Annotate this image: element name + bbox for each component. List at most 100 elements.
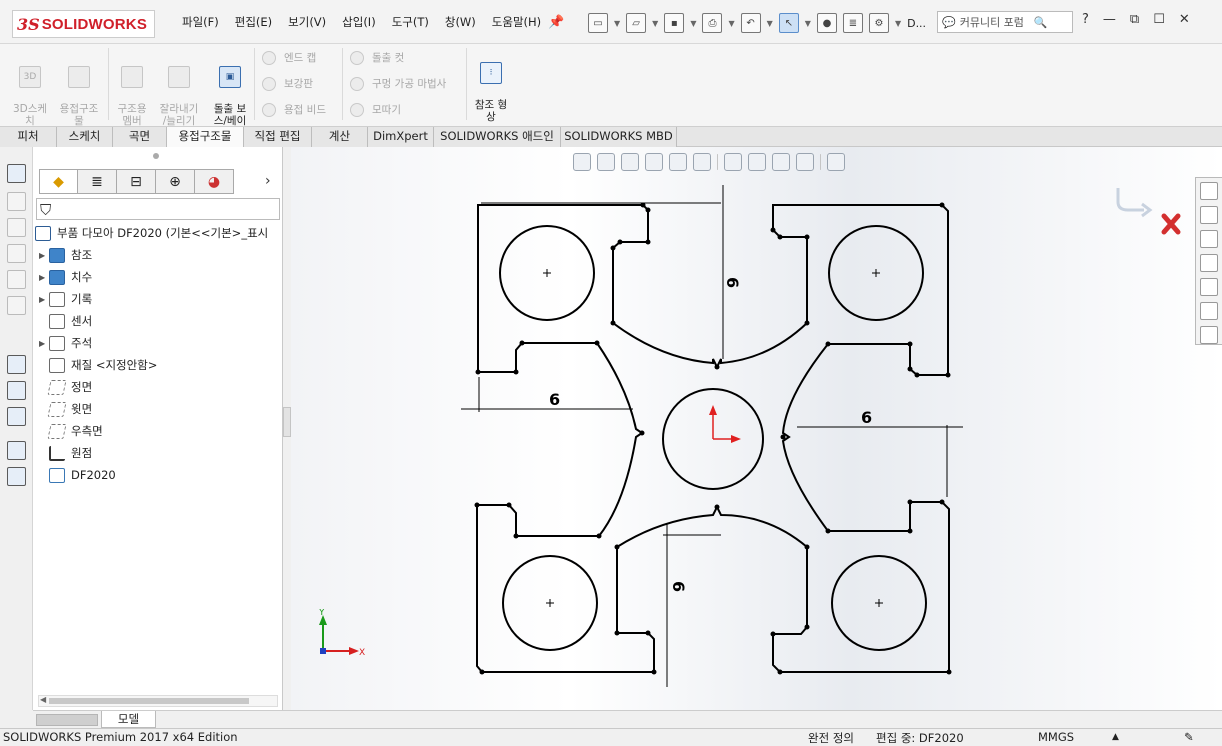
menu-tools[interactable]: 도구(T) bbox=[392, 14, 429, 30]
appearances-icon[interactable] bbox=[1200, 278, 1218, 296]
hole-wizard-button[interactable]: 구멍 가공 마법사 bbox=[350, 76, 446, 91]
expand-icon[interactable]: ▶ bbox=[39, 295, 49, 304]
tree-item-material[interactable]: 재질 <지정안함> bbox=[49, 355, 157, 375]
dropdown-icon[interactable]: ▼ bbox=[895, 19, 901, 28]
dropdown-icon[interactable]: ▼ bbox=[690, 19, 696, 28]
view-icon[interactable] bbox=[7, 192, 26, 211]
dropdown-icon[interactable]: ▼ bbox=[652, 19, 658, 28]
file-properties-icon[interactable]: ≣ bbox=[842, 13, 863, 33]
print-icon[interactable]: ⎙ bbox=[702, 13, 723, 33]
graphics-area[interactable]: ◫ ◨ — ⧉ ✕ bbox=[291, 147, 1222, 710]
end-cap-button[interactable]: 엔드 캡 bbox=[262, 50, 316, 65]
tree-item-sketch-df2020[interactable]: DF2020 bbox=[49, 465, 116, 485]
open-icon[interactable]: ▱ bbox=[626, 13, 647, 33]
forum-search-input[interactable]: 커뮤니티 포럼 bbox=[960, 14, 1024, 30]
menu-file[interactable]: 파일(F) bbox=[182, 14, 219, 30]
paste-icon[interactable] bbox=[7, 467, 26, 486]
tab-solidworks-addins[interactable]: SOLIDWORKS 애드인 bbox=[434, 127, 561, 147]
tree-item-origin[interactable]: 원점 bbox=[49, 443, 92, 463]
menu-edit[interactable]: 편집(E) bbox=[235, 14, 272, 30]
units-label[interactable]: MMGS bbox=[1038, 730, 1074, 744]
display-manager-tab-icon[interactable]: ◕ bbox=[195, 169, 234, 194]
maximize-icon[interactable]: ☐ bbox=[1153, 12, 1165, 27]
weld-bead-button[interactable]: 용접 비드 bbox=[262, 102, 326, 117]
dimension-value[interactable]: 6 bbox=[669, 581, 688, 592]
options-gear-icon[interactable]: ⚙ bbox=[868, 13, 889, 33]
tab-evaluate[interactable]: 계산 bbox=[312, 127, 368, 147]
dropdown-icon[interactable]: ▼ bbox=[728, 19, 734, 28]
dimension-value[interactable]: 6 bbox=[861, 408, 872, 427]
tab-surfaces[interactable]: 곡면 bbox=[113, 127, 167, 147]
expand-icon[interactable]: ▶ bbox=[39, 339, 49, 348]
help-icon[interactable]: ? bbox=[1082, 12, 1089, 27]
sketch3d-button[interactable]: 3D 3D스케 치 bbox=[10, 54, 50, 127]
trim-extend-button[interactable]: 잘라내기 /늘리기 bbox=[155, 54, 203, 127]
tab-solidworks-mbd[interactable]: SOLIDWORKS MBD bbox=[561, 127, 677, 147]
tools-icon[interactable] bbox=[7, 381, 26, 400]
expand-icon[interactable]: ▶ bbox=[39, 251, 49, 260]
configuration-manager-tab-icon[interactable]: ⊟ bbox=[117, 169, 156, 194]
tree-item-front-plane[interactable]: 정면 bbox=[47, 377, 92, 397]
pin-icon[interactable]: 📌 bbox=[548, 15, 564, 30]
undo-icon[interactable]: ↶ bbox=[740, 13, 761, 33]
minimize-icon[interactable]: — bbox=[1103, 12, 1116, 27]
chamfer-button[interactable]: 모따기 bbox=[350, 102, 401, 117]
dimension-value[interactable]: 6 bbox=[723, 277, 742, 288]
tree-item-top-plane[interactable]: 윗면 bbox=[47, 399, 92, 419]
scrollbar-thumb[interactable] bbox=[49, 698, 249, 704]
view-icon[interactable] bbox=[7, 218, 26, 237]
save-icon[interactable]: ▪ bbox=[664, 13, 685, 33]
3d-view-icon[interactable] bbox=[7, 164, 26, 183]
tree-item-references[interactable]: ▶ 참조 bbox=[39, 245, 92, 265]
sketch-df2020[interactable]: 6 6 6 6 bbox=[291, 147, 1222, 710]
rebuild-traffic-light-icon[interactable]: ● bbox=[816, 13, 837, 33]
sketch-origin-icon[interactable] bbox=[709, 405, 741, 443]
tab-weldments[interactable]: 용접구조물 bbox=[167, 127, 244, 147]
panel-grip[interactable] bbox=[153, 153, 159, 159]
solidworks-logo[interactable]: 3S SOLIDWORKS bbox=[12, 10, 155, 38]
design-library-icon[interactable] bbox=[1200, 206, 1218, 224]
feature-filter[interactable]: ⛉ bbox=[36, 198, 280, 220]
dropdown-icon[interactable]: ▼ bbox=[805, 19, 811, 28]
quick-tips-icon[interactable]: ✎ bbox=[1184, 730, 1194, 744]
search-icon[interactable]: 🔍 bbox=[1034, 16, 1048, 29]
tree-item-right-plane[interactable]: 우측면 bbox=[47, 421, 103, 441]
tree-root[interactable]: 부품 다모아 DF2020 (기본<<기본>_표시 bbox=[35, 223, 268, 243]
tab-direct-editing[interactable]: 직접 편집 bbox=[244, 127, 312, 147]
community-forum-search[interactable]: 💬 커뮤니티 포럼 🔍 bbox=[937, 11, 1073, 33]
custom-properties-icon[interactable] bbox=[1200, 302, 1218, 320]
property-manager-tab-icon[interactable]: ≣ bbox=[78, 169, 117, 194]
menu-view[interactable]: 보기(V) bbox=[288, 14, 326, 30]
d-truncated-label[interactable]: D... bbox=[907, 17, 926, 30]
view-icon[interactable] bbox=[7, 296, 26, 315]
restore-icon[interactable]: ⧉ bbox=[1130, 12, 1139, 27]
gusset-button[interactable]: 보강판 bbox=[262, 76, 313, 91]
chevron-right-icon[interactable]: › bbox=[265, 173, 271, 189]
dropdown-icon[interactable]: ▼ bbox=[614, 19, 620, 28]
view-icon[interactable] bbox=[7, 270, 26, 289]
copy-icon[interactable] bbox=[7, 441, 26, 460]
tree-item-dimensions[interactable]: ▶ 치수 bbox=[39, 267, 92, 287]
tab-sketch[interactable]: 스케치 bbox=[57, 127, 113, 147]
file-explorer-icon[interactable] bbox=[1200, 230, 1218, 248]
dimension-value[interactable]: 6 bbox=[549, 390, 560, 409]
scroll-left-icon[interactable]: ◀ bbox=[40, 695, 46, 704]
tree-item-history[interactable]: ▶ 기록 bbox=[39, 289, 92, 309]
tab-dimxpert[interactable]: DimXpert bbox=[368, 127, 434, 147]
menu-window[interactable]: 창(W) bbox=[445, 14, 476, 30]
feature-manager-tab-icon[interactable]: ◆ bbox=[39, 169, 78, 194]
view-icon[interactable] bbox=[7, 244, 26, 263]
horizontal-scrollbar[interactable]: ◀ bbox=[38, 695, 278, 707]
extrude-cut-button[interactable]: 돌출 컷 bbox=[350, 50, 404, 65]
tree-item-sensors[interactable]: 센서 bbox=[49, 311, 92, 331]
dimxpert-manager-tab-icon[interactable]: ⊕ bbox=[156, 169, 195, 194]
select-tool-icon[interactable] bbox=[7, 355, 26, 374]
tab-model[interactable]: 모델 bbox=[101, 711, 156, 728]
solidworks-resources-icon[interactable] bbox=[1200, 182, 1218, 200]
menu-insert[interactable]: 삽입(I) bbox=[342, 14, 376, 30]
forum-icon[interactable] bbox=[1200, 326, 1218, 344]
expand-icon[interactable]: ▶ bbox=[39, 273, 49, 282]
units-arrow-icon[interactable]: ▲ bbox=[1112, 732, 1119, 742]
view-palette-icon[interactable] bbox=[1200, 254, 1218, 272]
tree-item-annotations[interactable]: ▶ 주석 bbox=[39, 333, 92, 353]
